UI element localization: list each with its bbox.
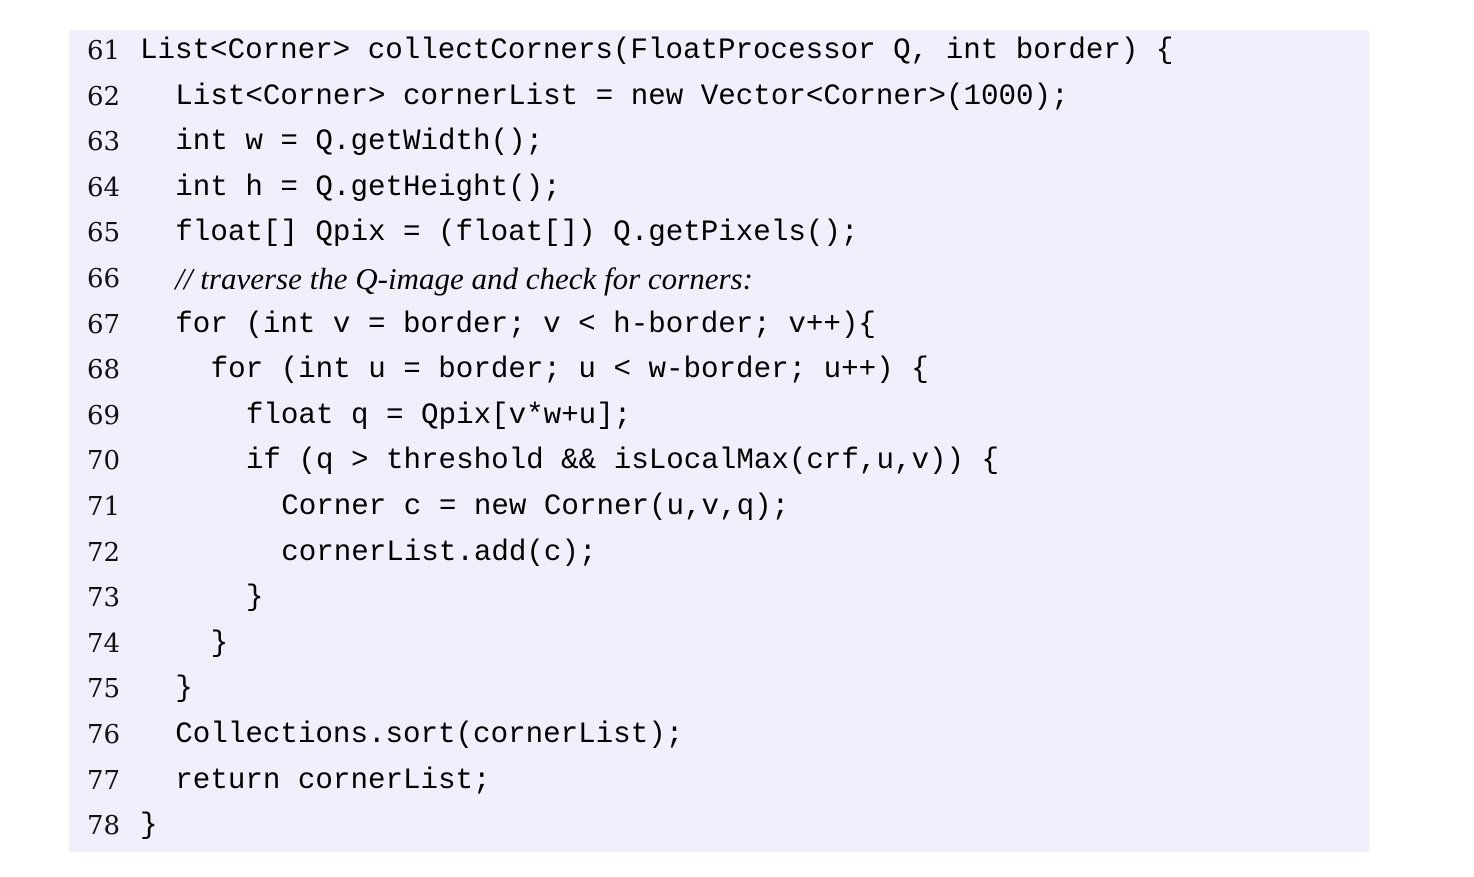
line-number: 67 <box>87 309 121 340</box>
code-text: float[] Qpix = (float[]) Q.getPixels(); <box>175 216 859 250</box>
code-line: 69 float q = Qpix[v*w+u]; <box>69 398 1369 447</box>
code-line: 77 return cornerList; <box>69 763 1369 812</box>
line-number: 64 <box>87 172 121 203</box>
line-number: 69 <box>87 400 121 431</box>
line-number: 72 <box>87 537 121 568</box>
code-text: cornerList.add(c); <box>281 535 597 569</box>
line-number: 75 <box>87 674 121 705</box>
code-line: 74} <box>69 626 1369 675</box>
code-line: 70 if (q > threshold && isLocalMax(crf,u,… <box>69 446 1369 492</box>
code-line: 66 // traverse the Q-image and check for … <box>69 260 1369 310</box>
code-line: 73} <box>69 583 1369 629</box>
line-number: 73 <box>87 583 121 614</box>
code-text: } <box>245 581 264 615</box>
code-text: for (int v = border; v < h-border; v++){ <box>175 307 876 341</box>
code-text: float q = Qpix[v*w+u]; <box>245 398 632 432</box>
code-text: int h = Q.getHeight(); <box>175 170 561 204</box>
line-number: 62 <box>87 81 121 112</box>
line-number: 78 <box>87 811 121 842</box>
line-number: 76 <box>87 719 121 750</box>
code-text: List<Corner> collectCorners(FloatProcess… <box>140 34 1174 67</box>
line-number: 68 <box>87 355 121 386</box>
code-text: } <box>175 672 193 706</box>
line-number: 70 <box>87 446 121 477</box>
code-text: } <box>140 809 158 843</box>
line-number: 61 <box>87 36 121 66</box>
code-text: List<Corner> cornerList = new Vector<Cor… <box>175 79 1069 113</box>
code-line: 65 float[] Qpix = (float[]) Q.getPixels()… <box>69 218 1369 264</box>
code-line: 76 Collections.sort(cornerList); <box>69 717 1369 766</box>
code-text: return cornerList; <box>175 763 491 797</box>
code-text: Collections.sort(cornerList); <box>175 717 684 751</box>
code-line: 71 Corner c = new Corner(u,v,q); <box>69 489 1369 538</box>
code-text: if (q > threshold && isLocalMax(crf,u,v)… <box>245 444 1000 478</box>
code-line: 68 for (int u = border; u < w-border; u++… <box>69 355 1369 401</box>
line-number: 63 <box>87 127 121 158</box>
code-text: for (int u = border; u < w-border; u++) … <box>210 353 929 387</box>
code-line: 67 for (int v = border; v < h-border; v++… <box>69 307 1369 356</box>
code-line: 62 List<Corner> cornerList = new Vector<C… <box>69 79 1369 128</box>
line-number: 77 <box>87 765 121 796</box>
code-line: 64 int h = Q.getHeight(); <box>69 170 1369 219</box>
code-text: // traverse the Q-image and check for co… <box>175 260 753 296</box>
code-line: 75} <box>69 674 1369 720</box>
code-text: } <box>210 626 229 660</box>
code-line: 78} <box>69 811 1369 857</box>
line-number: 74 <box>87 628 121 659</box>
code-line: 63 int w = Q.getWidth(); <box>69 127 1369 173</box>
line-number: 66 <box>87 263 121 294</box>
code-text: int w = Q.getWidth(); <box>175 125 544 159</box>
line-number: 65 <box>87 218 121 249</box>
code-line: 72 cornerList.add(c); <box>69 535 1369 584</box>
code-text: Corner c = new Corner(u,v,q); <box>281 489 790 523</box>
code-listing: 61 List<Corner> collectCorners(FloatProce… <box>69 30 1369 852</box>
line-number: 71 <box>87 491 121 522</box>
code-line: 61 List<Corner> collectCorners(FloatProce… <box>69 36 1369 82</box>
